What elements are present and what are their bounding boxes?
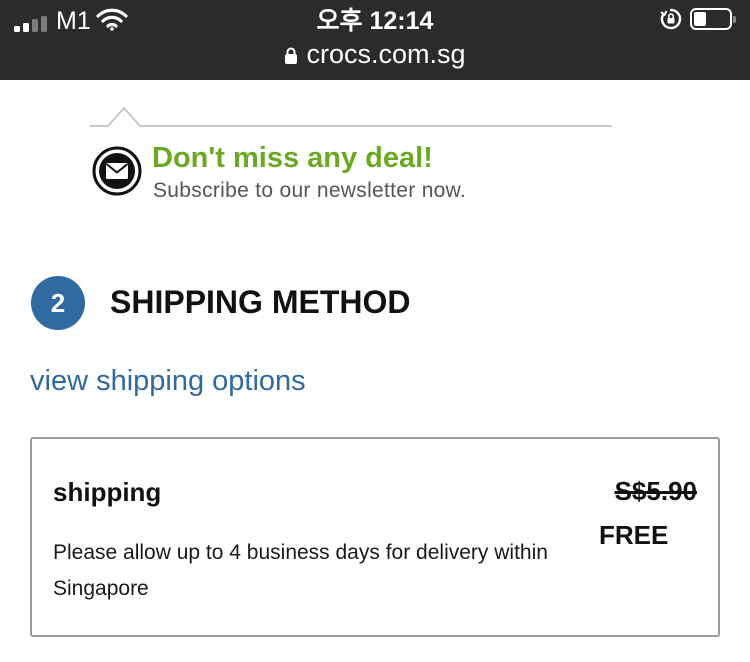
shipping-price: FREE [599, 520, 669, 550]
step-number-badge: 2 [31, 276, 85, 330]
browser-top-bar: M1 오후 12:14 crocs.com.sg [0, 0, 750, 80]
url-text: crocs.com.sg [306, 39, 466, 69]
newsletter-subtitle: Subscribe to our newsletter now. [153, 179, 467, 202]
newsletter-banner[interactable]: Don't miss any deal! Subscribe to our ne… [88, 102, 614, 212]
address-bar[interactable]: crocs.com.sg [0, 38, 750, 70]
shipping-option-description: Please allow up to 4 business days for d… [53, 541, 548, 600]
newsletter-title: Don't miss any deal! [152, 142, 433, 174]
banner-divider [90, 106, 612, 127]
envelope-icon [92, 146, 142, 196]
view-shipping-options-link[interactable]: view shipping options [30, 364, 306, 398]
shipping-option-name: shipping [53, 477, 162, 507]
lock-icon [285, 47, 298, 64]
original-price: S$5.90 [614, 476, 697, 506]
rotation-lock-icon [660, 8, 682, 30]
battery-icon [690, 8, 736, 30]
status-time: 오후 12:14 [316, 7, 434, 35]
shipping-option-card[interactable]: shipping Please allow up to 4 business d… [30, 437, 720, 637]
section-title: SHIPPING METHOD [110, 284, 411, 320]
